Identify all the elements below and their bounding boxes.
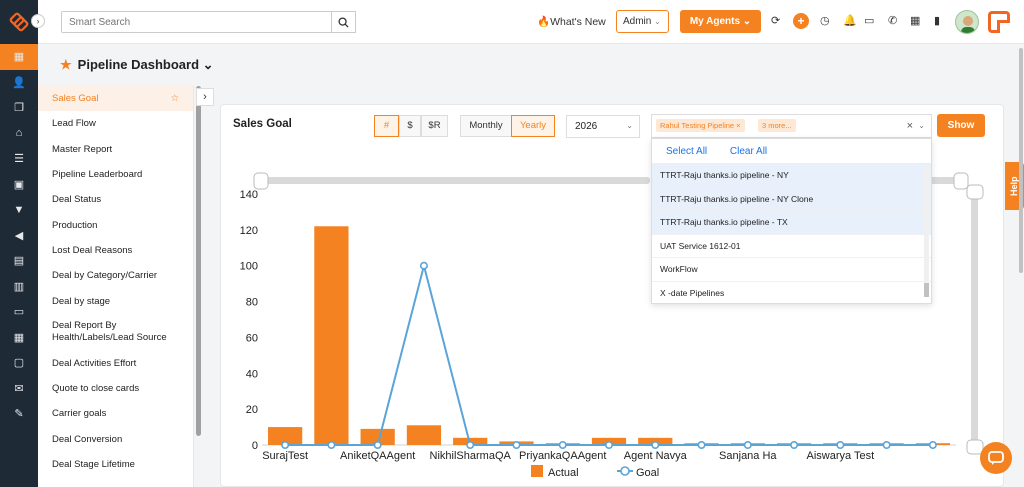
goal-point[interactable] bbox=[651, 440, 660, 449]
dropdown-option[interactable]: WorkFlow bbox=[652, 258, 931, 282]
goal-point[interactable] bbox=[697, 440, 706, 449]
goal-point[interactable] bbox=[790, 440, 799, 449]
y-tick-label: 40 bbox=[246, 368, 258, 380]
pipeline-dropdown: Select All Clear All TTRT-Raju thanks.io… bbox=[651, 138, 932, 304]
goal-point[interactable] bbox=[419, 261, 428, 270]
dropdown-option[interactable]: UAT Service 1612-01 bbox=[652, 235, 931, 258]
dropdown-scrollbar[interactable] bbox=[924, 165, 929, 297]
dropdown-option[interactable]: TTRT-Raju thanks.io pipeline - NY Clone bbox=[652, 187, 931, 211]
goal-point[interactable] bbox=[327, 440, 336, 449]
bar-actual[interactable] bbox=[406, 425, 442, 445]
x-tick-label: NikhilSharmaQA bbox=[430, 450, 512, 462]
range-slider-handle-right[interactable] bbox=[953, 172, 969, 190]
dropdown-options: TTRT-Raju thanks.io pipeline - NY TTRT-Ra… bbox=[652, 164, 931, 304]
legend-label-actual: Actual bbox=[548, 467, 579, 479]
vertical-slider-track[interactable] bbox=[971, 192, 978, 445]
x-tick-label: SurajTest bbox=[262, 450, 308, 462]
y-tick-label: 60 bbox=[246, 332, 258, 344]
clear-all-link[interactable]: Clear All bbox=[730, 146, 767, 157]
y-tick-label: 80 bbox=[246, 297, 258, 309]
y-tick-label: 120 bbox=[240, 225, 258, 237]
x-tick-label: AniketQAAgent bbox=[340, 450, 415, 462]
goal-point[interactable] bbox=[743, 440, 752, 449]
goal-point[interactable] bbox=[281, 440, 290, 449]
expand-nav-button[interactable]: › bbox=[31, 14, 45, 28]
goal-point[interactable] bbox=[882, 440, 891, 449]
vertical-slider-handle-top[interactable] bbox=[966, 184, 984, 200]
chat-icon bbox=[988, 451, 1004, 465]
goal-point[interactable] bbox=[836, 440, 845, 449]
y-tick-label: 140 bbox=[240, 189, 258, 201]
y-tick-label: 20 bbox=[246, 404, 258, 416]
x-tick-label: PriyankaQAAgent bbox=[519, 450, 606, 462]
chat-button[interactable] bbox=[980, 442, 1012, 474]
goal-point[interactable] bbox=[466, 440, 475, 449]
range-slider-handle-left[interactable] bbox=[253, 172, 269, 190]
goal-point[interactable] bbox=[604, 440, 613, 449]
select-all-link[interactable]: Select All bbox=[666, 146, 707, 157]
y-tick-label: 100 bbox=[240, 261, 258, 273]
dropdown-option[interactable]: X -date Pipelines bbox=[652, 282, 931, 304]
goal-point[interactable] bbox=[558, 440, 567, 449]
goal-point[interactable] bbox=[512, 440, 521, 449]
x-tick-label: Sanjana Ha bbox=[719, 450, 777, 462]
y-tick-label: 0 bbox=[252, 440, 258, 452]
goal-point[interactable] bbox=[928, 440, 937, 449]
page-scrollbar[interactable] bbox=[1019, 48, 1023, 273]
range-slider-track[interactable] bbox=[258, 177, 650, 184]
dropdown-option[interactable]: TTRT-Raju thanks.io pipeline - NY bbox=[652, 164, 931, 188]
legend-swatch-actual bbox=[531, 465, 543, 477]
legend-label-goal: Goal bbox=[636, 467, 659, 479]
legend-marker-goal bbox=[620, 466, 630, 476]
dropdown-option[interactable]: TTRT-Raju thanks.io pipeline - TX bbox=[652, 211, 931, 235]
goal-point[interactable] bbox=[373, 440, 382, 449]
bar-actual[interactable] bbox=[314, 226, 349, 445]
x-tick-label: Agent Navya bbox=[624, 450, 688, 462]
dropdown-actions: Select All Clear All bbox=[652, 139, 931, 164]
x-tick-label: Aiswarya Test bbox=[807, 450, 875, 462]
